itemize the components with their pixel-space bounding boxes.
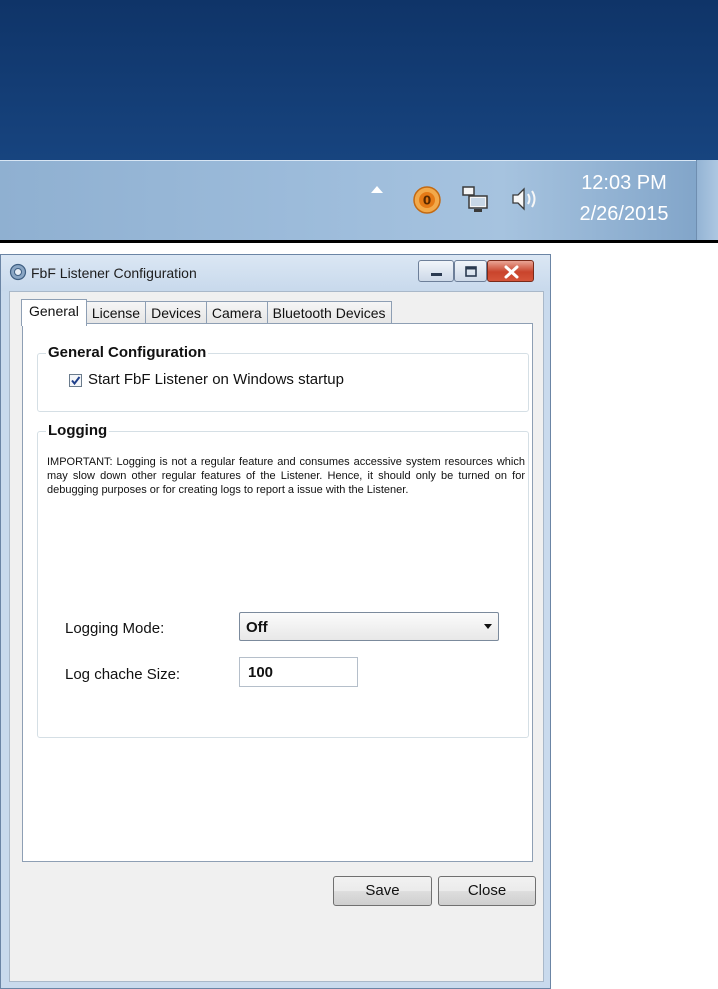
logging-mode-value: Off xyxy=(246,619,268,636)
tab-devices[interactable]: Devices xyxy=(145,301,207,325)
checkmark-icon xyxy=(71,376,81,386)
tab-license[interactable]: License xyxy=(85,301,147,325)
clock-time[interactable]: 12:03 PM xyxy=(569,172,679,195)
app-gear-icon xyxy=(9,263,27,281)
tab-camera[interactable]: Camera xyxy=(205,301,268,325)
startup-checkbox-label[interactable]: Start FbF Listener on Windows startup xyxy=(88,371,344,388)
log-cache-size-label: Log chache Size: xyxy=(65,666,181,683)
clock-date[interactable]: 2/26/2015 xyxy=(569,203,679,226)
save-button[interactable]: Save xyxy=(333,876,432,906)
maximize-icon xyxy=(465,266,477,277)
tab-bluetooth-devices[interactable]: Bluetooth Devices xyxy=(266,301,392,325)
close-icon xyxy=(504,265,519,279)
logging-mode-select[interactable]: Off xyxy=(239,612,499,641)
taskbar-edge xyxy=(0,240,718,243)
dropdown-arrow-icon xyxy=(484,624,492,629)
title-bar[interactable]: FbF Listener Configuration xyxy=(1,255,550,291)
log-cache-size-input[interactable]: 100 xyxy=(239,657,358,687)
window-title: FbF Listener Configuration xyxy=(31,265,197,281)
network-icon[interactable] xyxy=(460,183,490,215)
show-hidden-icons-arrow-icon[interactable] xyxy=(371,186,383,193)
general-configuration-group: General Configuration Start FbF Listener… xyxy=(37,344,529,412)
tab-strip: General License Devices Camera Bluetooth… xyxy=(21,299,392,326)
logging-notice: IMPORTANT: Logging is not a regular feat… xyxy=(47,456,525,496)
logging-group: Logging IMPORTANT: Logging is not a regu… xyxy=(37,422,529,738)
close-button[interactable]: Close xyxy=(438,876,536,906)
logging-title: Logging xyxy=(46,422,110,439)
log-cache-size-value: 100 xyxy=(248,664,274,681)
show-desktop-button[interactable] xyxy=(696,160,718,240)
dialog-client-area: General License Devices Camera Bluetooth… xyxy=(9,291,544,982)
tab-general[interactable]: General xyxy=(21,299,87,326)
fbf-listener-config-window: FbF Listener Configuration General Licen… xyxy=(0,254,551,989)
general-tab-panel: General Configuration Start FbF Listener… xyxy=(22,323,533,862)
volume-icon[interactable] xyxy=(509,185,541,213)
minimize-button[interactable] xyxy=(418,260,454,282)
general-configuration-title: General Configuration xyxy=(46,344,209,361)
desktop-background xyxy=(0,0,718,160)
desktop-taskbar-region: 0 12:03 PM 2/26/2015 xyxy=(0,0,718,243)
fbf-listener-tray-icon[interactable]: 0 xyxy=(412,185,442,215)
svg-text:0: 0 xyxy=(423,194,431,208)
maximize-button[interactable] xyxy=(454,260,487,282)
logging-mode-label: Logging Mode: xyxy=(65,620,165,637)
minimize-icon xyxy=(431,273,442,276)
startup-checkbox[interactable] xyxy=(69,374,82,387)
close-window-button[interactable] xyxy=(487,260,534,282)
